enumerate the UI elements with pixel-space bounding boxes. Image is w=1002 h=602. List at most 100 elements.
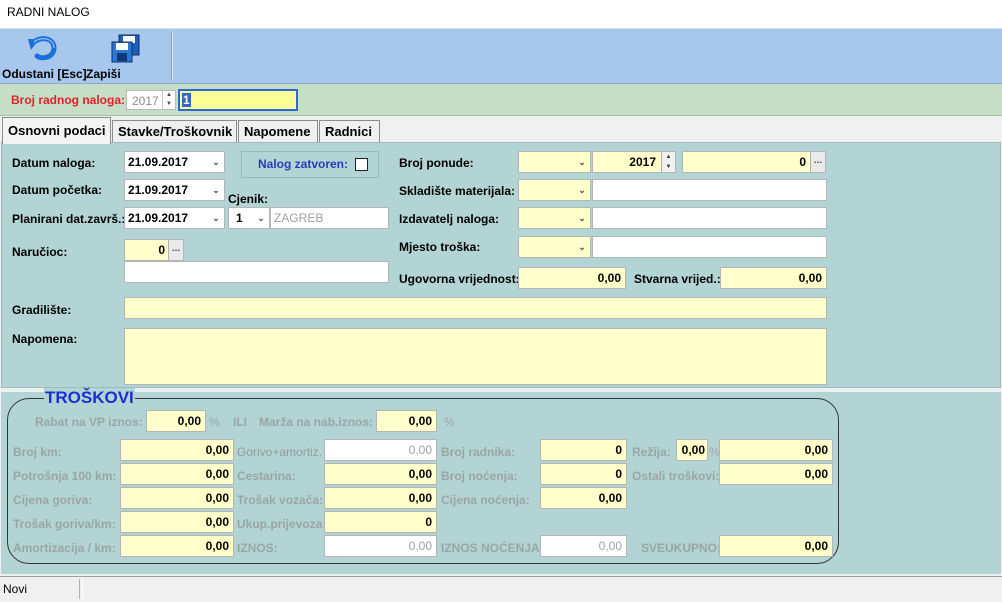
trosak-vozaca-label: Trošak vozača: [237, 493, 324, 507]
mjesto-troska-name-field [592, 236, 827, 258]
title-bar: RADNI NALOG [0, 0, 1002, 28]
rabat-label: Rabat na VP iznos: [35, 415, 143, 429]
nalog-zatvoren-label: Nalog zatvoren: [258, 157, 349, 171]
napomena-textarea[interactable] [124, 328, 827, 385]
iznos-label: IZNOS: [237, 541, 278, 555]
cestarina-input[interactable]: 0,00 [324, 463, 437, 485]
broj-nocenja-input[interactable]: 0 [540, 463, 627, 485]
year-spin-buttons[interactable]: ▲ ▼ [661, 152, 675, 172]
ili-label: ILI [233, 415, 247, 429]
amortizacija-label: Amortizacija / km: [13, 541, 116, 555]
year-spinner[interactable]: 2017 ▲ ▼ [126, 90, 176, 110]
mjesto-troska-select[interactable]: ⌄ [518, 236, 591, 258]
save-button-label: Zapiši [86, 67, 121, 81]
broj-radnika-value: 0 [615, 443, 622, 457]
trosak-vozaca-input[interactable]: 0,00 [324, 487, 437, 509]
trosak-goriva-input[interactable]: 0,00 [120, 511, 234, 533]
tab-napomene[interactable]: Napomene [238, 120, 318, 143]
save-icon [111, 34, 140, 63]
save-button[interactable]: Zapiši [86, 31, 166, 81]
rezija-label: Režija: [632, 445, 671, 459]
rabat-value: 0,00 [177, 414, 201, 428]
stvarna-vrijednost-label: Stvarna vrijed.: [634, 272, 721, 286]
chevron-down-icon: ⌄ [578, 157, 586, 167]
planirani-label: Planirani dat.završ.: [12, 212, 126, 226]
iznos-nocenja-label: IZNOS NOĆENJA: [441, 541, 544, 555]
broj-radnika-input[interactable]: 0 [540, 439, 627, 461]
cijena-goriva-label: Cijena goriva: [13, 493, 93, 507]
skladiste-select[interactable]: ⌄ [518, 179, 591, 201]
cijena-nocenja-value: 0,00 [598, 491, 622, 505]
order-number-input[interactable]: 1 [178, 89, 298, 111]
amortizacija-input[interactable]: 0,00 [120, 535, 234, 557]
broj-ponude-year-spinner[interactable]: 2017 ▲ ▼ [592, 151, 676, 173]
iznos-field: 0,00 [324, 535, 437, 557]
datum-pocetka-label: Datum početka: [12, 183, 103, 197]
datum-naloga-label: Datum naloga: [12, 156, 96, 170]
chevron-down-icon: ⌄ [578, 185, 586, 195]
datum-pocetka-picker[interactable]: 21.09.2017 ⌄ [124, 179, 225, 201]
broj-nocenja-label: Broj noćenja: [441, 469, 518, 483]
year-spin-buttons[interactable]: ▲ ▼ [162, 91, 175, 109]
broj-km-label: Broj km: [13, 445, 62, 459]
window-title: RADNI NALOG [7, 5, 90, 19]
izdavatelj-select[interactable]: ⌄ [518, 207, 591, 229]
stvarna-vrijednost-input[interactable]: 0,00 [720, 267, 827, 289]
ukup-prijevoza-value: 0 [425, 515, 432, 529]
ukup-prijevoza-input[interactable]: 0 [324, 511, 437, 533]
broj-ponude-year: 2017 [629, 155, 656, 169]
marza-input[interactable]: 0,00 [376, 410, 437, 432]
potrosnja-value: 0,00 [205, 467, 229, 481]
broj-nocenja-value: 0 [615, 467, 622, 481]
cjenik-name: ZAGREB [274, 211, 324, 225]
cancel-button[interactable]: Odustani [Esc] [2, 31, 87, 81]
cijena-nocenja-input[interactable]: 0,00 [540, 487, 627, 509]
ugovorna-vrijednost-input[interactable]: 0,00 [518, 267, 626, 289]
marza-percent: % [444, 415, 455, 429]
cijena-goriva-input[interactable]: 0,00 [120, 487, 234, 509]
gorivo-amort-label: Gorivo+amortiz. [237, 445, 323, 459]
tab-stavke-troskovnik[interactable]: Stavke/Troškovnik [112, 120, 237, 143]
gradiliste-input[interactable] [124, 297, 827, 319]
nalog-zatvoren-checkbox[interactable] [355, 158, 368, 171]
ellipsis-icon[interactable]: … [810, 152, 825, 172]
broj-radnika-label: Broj radnika: [441, 445, 516, 459]
gorivo-amort-value: 0,00 [408, 443, 432, 457]
marza-value: 0,00 [408, 414, 432, 428]
tab-label: Stavke/Troškovnik [118, 124, 233, 139]
broj-ponude-label: Broj ponude: [399, 156, 474, 170]
chevron-down-icon: ⌄ [212, 213, 220, 223]
broj-ponude-number-input[interactable]: 0 … [682, 151, 826, 173]
narucioc-name-field [124, 261, 389, 283]
cijena-goriva-value: 0,00 [205, 491, 229, 505]
chevron-down-icon: ⌄ [578, 242, 586, 252]
sveukupno-field: 0,00 [719, 535, 833, 557]
planirani-picker[interactable]: 21.09.2017 ⌄ [124, 207, 225, 229]
rabat-percent: % [209, 415, 220, 429]
tab-radnici[interactable]: Radnici [319, 120, 380, 143]
tab-osnovni-podaci[interactable]: Osnovni podaci [2, 117, 111, 144]
tab-label: Radnici [325, 124, 372, 139]
trosak-goriva-value: 0,00 [205, 515, 229, 529]
broj-km-value: 0,00 [205, 443, 229, 457]
broj-km-input[interactable]: 0,00 [120, 439, 234, 461]
rezija-value-input[interactable]: 0,00 [719, 439, 833, 461]
cestarina-label: Cestarina: [237, 469, 296, 483]
tab-label: Napomene [244, 124, 311, 139]
ellipsis-icon[interactable]: … [168, 240, 183, 260]
potrosnja-input[interactable]: 0,00 [120, 463, 234, 485]
napomena-label: Napomena: [12, 332, 78, 346]
rabat-input[interactable]: 0,00 [146, 410, 206, 432]
chevron-down-icon: ⌄ [212, 185, 220, 195]
order-number-bar: Broj radnog naloga: 2017 ▲ ▼ 1 [0, 84, 1002, 116]
broj-ponude-number: 0 [799, 155, 806, 169]
ostali-troskovi-input[interactable]: 0,00 [719, 463, 833, 485]
ugovorna-vrijednost-value: 0,00 [597, 271, 621, 285]
broj-ponude-type-select[interactable]: ⌄ [518, 151, 591, 173]
narucioc-input[interactable]: 0 … [124, 239, 184, 261]
cjenik-select[interactable]: 1 ⌄ [228, 207, 270, 229]
chevron-down-icon: ⌄ [257, 213, 265, 223]
mjesto-troska-label: Mjesto troška: [399, 240, 481, 254]
datum-naloga-picker[interactable]: 21.09.2017 ⌄ [124, 151, 225, 173]
rezija-percent-input[interactable]: 0,00 [676, 439, 708, 461]
